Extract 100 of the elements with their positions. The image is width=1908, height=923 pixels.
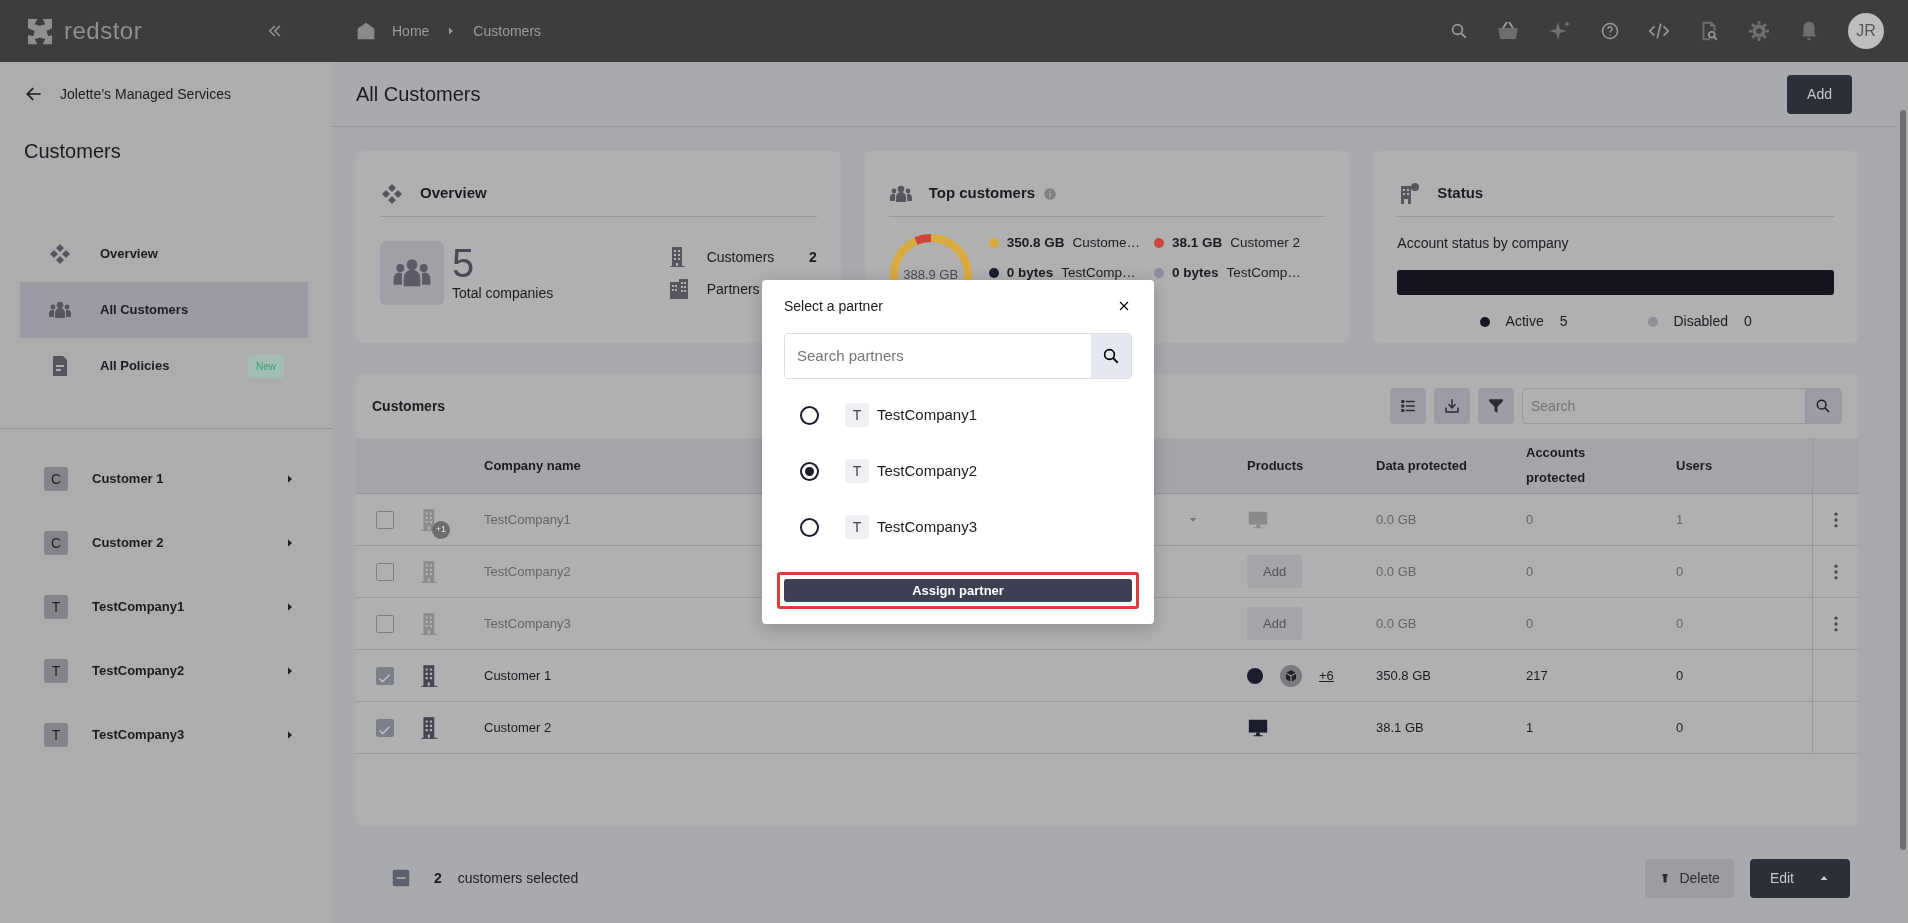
count-label: Total companies — [452, 283, 554, 303]
total-count: 5 — [452, 242, 476, 283]
table-cell-text: 0.0 GB — [1376, 510, 1418, 529]
sidebar-nav-item[interactable]: Overview — [20, 226, 308, 282]
people-icon — [380, 241, 444, 305]
company-item[interactable]: C Customer 1 — [44, 447, 296, 511]
filter-icon — [1487, 397, 1505, 415]
diamond-icon — [48, 242, 72, 266]
radio-button[interactable] — [800, 517, 819, 537]
add-button[interactable]: Add — [1787, 74, 1852, 114]
stat-value: 2 — [808, 247, 817, 267]
page-title: All Customers — [356, 82, 481, 107]
cube-icon — [1279, 663, 1303, 688]
initial-badge: T — [845, 403, 869, 427]
company-item[interactable]: C Customer 2 — [44, 511, 296, 575]
legend-value: 0 — [1744, 312, 1752, 331]
company-name: TestCompany3 — [484, 614, 571, 633]
back-link[interactable]: Jolette’s Managed Services — [60, 83, 231, 105]
company-item[interactable]: T TestCompany1 — [44, 575, 296, 639]
download-button[interactable] — [1434, 388, 1470, 424]
company-item[interactable]: T TestCompany2 — [44, 639, 296, 703]
column-header: Data protected — [1376, 457, 1468, 473]
filter-button[interactable] — [1478, 388, 1514, 424]
legend-value: 5 — [1559, 312, 1568, 331]
column-header: Company name — [484, 457, 581, 473]
option-label[interactable]: TestCompany1 — [877, 403, 978, 427]
legend-value: 350.8 GB — [1006, 234, 1065, 252]
radio-button[interactable] — [800, 405, 819, 425]
table-cell-text: 38.1 GB — [1376, 718, 1425, 737]
close-icon — [1118, 299, 1130, 312]
legend-value: 0 bytes — [1006, 264, 1054, 283]
stat-label: Customers — [706, 247, 775, 267]
table-cell-text: 350.8 GB — [1376, 666, 1432, 685]
table-cell-text: 1 — [1676, 510, 1685, 529]
company-item[interactable]: T TestCompany3 — [44, 703, 296, 767]
list-icon — [1399, 397, 1417, 415]
table-title: Customers — [372, 396, 446, 416]
download-icon — [1443, 397, 1461, 415]
info-icon — [1043, 186, 1058, 201]
more-products-link[interactable]: +6 — [1319, 665, 1334, 686]
search-field[interactable]: Search — [1522, 388, 1842, 424]
legend-label: Active — [1505, 312, 1544, 331]
card-title: Top customers — [928, 183, 1036, 204]
sidebar-nav-item[interactable]: All Customers — [20, 282, 308, 338]
circle-icon — [1247, 667, 1263, 684]
help-icon[interactable] — [1600, 21, 1620, 41]
legend-value: 38.1 GB — [1172, 234, 1223, 252]
table-cell-text: 217 — [1526, 666, 1549, 685]
selected-count: 2 — [434, 868, 442, 888]
option-label[interactable]: TestCompany3 — [877, 515, 978, 539]
initial-badge: T — [845, 515, 869, 539]
column-header: Accounts protected — [1526, 443, 1587, 487]
table-cell-text: 0 — [1526, 614, 1535, 633]
count-badge: +1 — [432, 520, 450, 539]
scrollbar-thumb[interactable] — [1899, 110, 1906, 850]
table-cell-text: 0 — [1526, 510, 1535, 529]
home-icon[interactable] — [356, 21, 376, 41]
user-avatar[interactable]: JR — [1848, 13, 1884, 49]
company-name: TestCompany1 — [484, 510, 571, 529]
table-cell-text: 0 — [1676, 666, 1685, 685]
card-title: Status — [1437, 183, 1484, 204]
checkbox[interactable] — [376, 666, 394, 685]
table-cell-text: 0.0 GB — [1376, 562, 1418, 581]
initial-badge: T — [845, 459, 869, 483]
delete-button[interactable]: Delete — [1645, 858, 1734, 898]
search-button[interactable] — [1091, 334, 1131, 378]
option-label[interactable]: TestCompany2 — [877, 459, 978, 483]
list-button[interactable] — [1390, 388, 1426, 424]
table-cell-text: 0 — [1676, 614, 1685, 633]
sidebar-nav-item[interactable]: All Policies New — [20, 338, 308, 394]
assign-partner-button[interactable]: Assign partner — [784, 579, 1132, 602]
card-title: Overview — [420, 183, 487, 204]
search-icon[interactable] — [1815, 398, 1831, 414]
legend-label: Customer 2 — [1230, 234, 1301, 252]
legend-value: 0 bytes — [1172, 264, 1219, 283]
edit-button[interactable]: Edit — [1749, 858, 1850, 898]
checkbox[interactable] — [376, 718, 394, 737]
table-cell-text: 0 — [1676, 718, 1685, 737]
legend-label: Custome… — [1072, 234, 1140, 252]
deselect-checkbox-icon[interactable] — [392, 869, 410, 887]
legend-label: Disabled — [1673, 312, 1728, 331]
column-header: Users — [1676, 457, 1713, 473]
table-cell-text: 0 — [1676, 562, 1685, 581]
table-cell-text: 1 — [1526, 718, 1535, 737]
search-icon[interactable] — [1450, 22, 1468, 40]
company-name: Customer 1 — [484, 666, 552, 685]
breadcrumb-link[interactable]: Home — [392, 20, 430, 42]
table-cell-text: 0 — [1526, 562, 1535, 581]
company-name: TestCompany2 — [484, 562, 571, 581]
settings-icon[interactable] — [1748, 20, 1770, 42]
new-badge: New — [248, 354, 284, 378]
table-cell-text: 0.0 GB — [1376, 614, 1418, 633]
search-input[interactable]: Search — [1523, 394, 1805, 418]
company-name: Customer 2 — [484, 718, 552, 737]
radio-button[interactable] — [800, 461, 819, 481]
column-header: Products — [1247, 457, 1304, 473]
sidebar-title: Customers — [23, 139, 122, 164]
search-icon — [1102, 347, 1120, 365]
selected-label: customers selected — [457, 868, 579, 888]
donut-total: 388.9 GB — [903, 266, 959, 285]
